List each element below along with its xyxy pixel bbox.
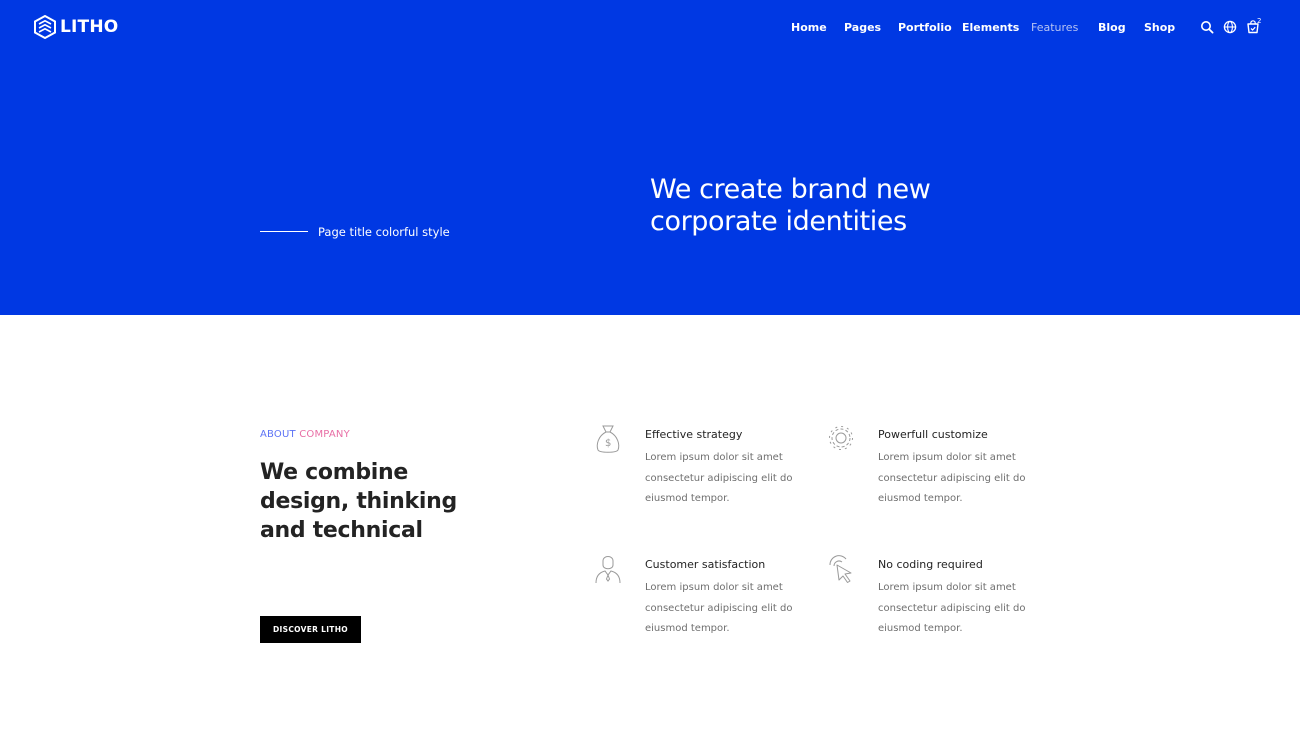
feature-description-line: eiusmod tempor. — [645, 623, 730, 634]
feature-description-line: eiusmod tempor. — [878, 623, 963, 634]
money-bag-icon: $ — [594, 423, 622, 455]
feature-description-line: eiusmod tempor. — [645, 493, 730, 504]
about-title-line: We combine — [260, 460, 409, 485]
feature-title: Effective strategy — [645, 428, 743, 441]
feature-description-line: Lorem ipsum dolor sit amet — [645, 582, 783, 593]
nav-item-features[interactable]: Features — [1031, 19, 1078, 37]
about-title: We combine design, thinking and technica… — [260, 458, 470, 545]
about-title-line: and technical — [260, 518, 423, 543]
feature-description-line: consectetur adipiscing elit do — [878, 472, 1026, 484]
hero-title-line: We create brand new — [650, 174, 931, 205]
feature-description-line: consectetur adipiscing elit do — [645, 472, 793, 484]
nav-item-home[interactable]: Home — [791, 19, 827, 37]
cart-count-badge: 2 — [1257, 17, 1262, 25]
feature-item: Customer satisfaction Lorem ipsum dolor … — [594, 556, 825, 658]
feature-title: No coding required — [878, 558, 983, 571]
about-eyebrow: ABOUT COMPANY — [260, 428, 350, 441]
svg-text:$: $ — [605, 438, 611, 449]
discover-button[interactable]: DISCOVER LITHO — [260, 616, 361, 643]
globe-icon[interactable] — [1223, 20, 1237, 34]
feature-description-line: consectetur adipiscing elit do — [645, 602, 793, 614]
feature-item: $ Effective strategy Lorem ipsum dolor s… — [594, 425, 825, 528]
feature-description: Lorem ipsum dolor sit amet consectetur a… — [645, 578, 825, 640]
feature-item: Powerfull customize Lorem ipsum dolor si… — [827, 426, 1058, 528]
hero-divider-line — [260, 231, 308, 232]
feature-description: Lorem ipsum dolor sit amet consectetur a… — [878, 578, 1058, 640]
feature-description: Lorem ipsum dolor sit amet consectetur a… — [645, 448, 825, 510]
cursor-click-icon — [827, 553, 855, 585]
gear-icon — [827, 423, 855, 455]
search-icon[interactable] — [1200, 20, 1214, 34]
feature-description-line: Lorem ipsum dolor sit amet — [645, 452, 783, 463]
nav-item-portfolio[interactable]: Portfolio — [898, 19, 952, 37]
hero-banner: LITHO Home Pages Portfolio Elements Feat… — [0, 0, 1300, 315]
feature-description-line: Lorem ipsum dolor sit amet — [878, 582, 1016, 593]
nav-item-blog[interactable]: Blog — [1098, 19, 1126, 37]
hero-title: We create brand new corporate identities — [650, 174, 990, 238]
main-nav: Home Pages Portfolio Elements Features B… — [0, 19, 1300, 37]
feature-description-line: consectetur adipiscing elit do — [878, 602, 1026, 614]
user-icon — [594, 553, 622, 585]
feature-description-line: Lorem ipsum dolor sit amet — [878, 452, 1016, 463]
feature-description-line: eiusmod tempor. — [878, 493, 963, 504]
feature-title: Customer satisfaction — [645, 558, 766, 571]
hero-subtitle: Page title colorful style — [318, 225, 450, 239]
about-title-line: design, thinking — [260, 489, 457, 514]
feature-description: Lorem ipsum dolor sit amet consectetur a… — [878, 448, 1058, 510]
eyebrow-word: COMPANY — [299, 429, 350, 440]
nav-item-pages[interactable]: Pages — [844, 19, 881, 37]
eyebrow-word: ABOUT — [260, 429, 296, 440]
nav-item-shop[interactable]: Shop — [1144, 19, 1175, 37]
feature-title: Powerfull customize — [878, 428, 988, 441]
feature-item: No coding required Lorem ipsum dolor sit… — [827, 555, 1058, 658]
hero-title-line: corporate identities — [650, 206, 907, 237]
nav-item-elements[interactable]: Elements — [962, 19, 1019, 37]
